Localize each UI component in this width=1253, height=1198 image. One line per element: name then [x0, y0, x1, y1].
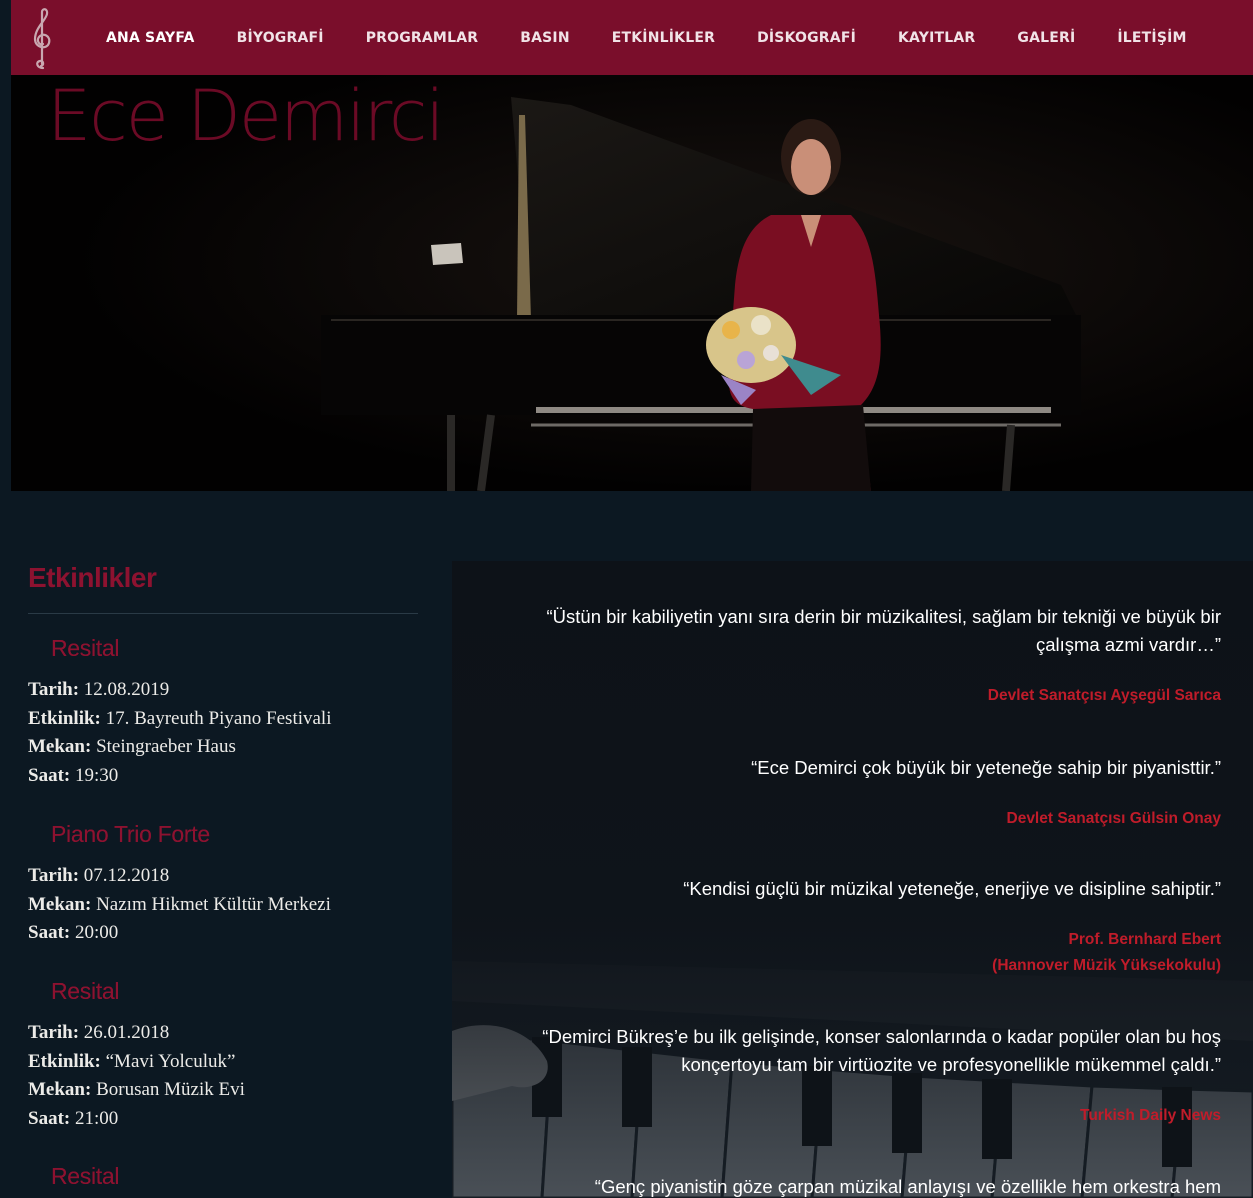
nav-item-programlar[interactable]: PROGRAMLAR: [366, 30, 479, 46]
event-item: Resital Tarih: 12.08.2019 Etkinlik: 17. …: [28, 634, 418, 791]
nav-item-galeri[interactable]: GALERİ: [1017, 30, 1075, 46]
quote-text: konçertoyu tam bir virtüozite ve profesy…: [681, 1054, 1221, 1075]
quote-text: “Demirci Bükreş’e bu ilk gelişinde, kons…: [542, 1026, 1221, 1047]
event-time: Saat: 20:00: [28, 922, 119, 944]
event-title[interactable]: Resital: [51, 634, 441, 662]
divider: [28, 613, 418, 614]
event-item: Resital: [28, 1162, 418, 1190]
events-sidebar: Etkinlikler Resital Tarih: 12.08.2019 Et…: [28, 562, 418, 1189]
quote-text: “Genç piyanistin göze çarpan müzikal anl…: [594, 1176, 1221, 1197]
event-item: Piano Trio Forte Tarih: 07.12.2018 Mekan…: [28, 820, 418, 948]
top-navbar: ANA SAYFA BİYOGRAFİ PROGRAMLAR BASIN ETK…: [11, 0, 1253, 75]
nav-item-kayitlar[interactable]: KAYITLAR: [898, 30, 975, 46]
event-venue: Mekan: Nazım Hikmet Kültür Merkezi: [28, 893, 331, 915]
event-time: Saat: 19:30: [28, 765, 119, 787]
press-quote: “Genç piyanistin göze çarpan müzikal anl…: [595, 1173, 1221, 1198]
press-quotes-panel: “Üstün bir kabiliyetin yanı sıra derin b…: [452, 561, 1253, 1198]
quote-author: Prof. Bernhard Ebert: [1068, 931, 1221, 948]
press-quote: “Ece Demirci çok büyük bir yeteneğe sahi…: [751, 754, 1221, 832]
nav-item-ana-sayfa[interactable]: ANA SAYFA: [106, 30, 195, 46]
hero-banner: Ece Demirci: [11, 75, 1253, 491]
quote-text: “Kendisi güçlü bir müzikal yeteneğe, ene…: [683, 878, 1221, 899]
event-name: Etkinlik: 17. Bayreuth Piyano Festivali: [28, 707, 332, 729]
hero-title: Ece Demirci: [47, 75, 445, 157]
nav-menu: ANA SAYFA BİYOGRAFİ PROGRAMLAR BASIN ETK…: [106, 0, 1229, 75]
quote-author: (Hannover Müzik Yüksekokulu): [992, 957, 1221, 974]
event-name: Etkinlik: “Mavi Yolculuk”: [28, 1050, 236, 1072]
event-venue: Mekan: Borusan Müzik Evi: [28, 1079, 245, 1101]
event-title[interactable]: Resital: [51, 1162, 441, 1190]
quote-author: Devlet Sanatçısı Ayşegül Sarıca: [987, 687, 1221, 704]
event-title[interactable]: Resital: [51, 977, 441, 1005]
nav-item-basin[interactable]: BASIN: [520, 30, 570, 46]
nav-item-iletisim[interactable]: İLETİŞİM: [1117, 30, 1186, 46]
quote-text: çalışma azmi vardır…”: [1035, 634, 1221, 655]
event-item: Resital Tarih: 26.01.2018 Etkinlik: “Mav…: [28, 977, 418, 1134]
nav-item-diskografi[interactable]: DİSKOGRAFİ: [757, 30, 856, 46]
event-time: Saat: 21:00: [28, 1108, 119, 1130]
quote-author: Devlet Sanatçısı Gülsin Onay: [1006, 810, 1222, 827]
nav-item-etkinlikler[interactable]: ETKİNLİKLER: [612, 30, 715, 46]
quote-author: Turkish Daily News: [1080, 1107, 1221, 1124]
treble-clef-logo[interactable]: [29, 6, 55, 70]
events-heading: Etkinlikler: [28, 562, 157, 593]
event-date: Tarih: 07.12.2018: [28, 865, 170, 886]
nav-item-biyografi[interactable]: BİYOGRAFİ: [237, 30, 324, 46]
event-title[interactable]: Piano Trio Forte: [51, 820, 441, 848]
press-quote: “Kendisi güçlü bir müzikal yeteneğe, ene…: [683, 875, 1221, 979]
event-venue: Mekan: Steingraeber Haus: [28, 736, 236, 758]
press-quote: “Üstün bir kabiliyetin yanı sıra derin b…: [547, 603, 1222, 709]
event-date: Tarih: 12.08.2019: [28, 679, 170, 700]
event-date: Tarih: 26.01.2018: [28, 1022, 170, 1043]
quote-text: “Üstün bir kabiliyetin yanı sıra derin b…: [546, 606, 1222, 627]
quote-text: “Ece Demirci çok büyük bir yeteneğe sahi…: [751, 757, 1221, 778]
press-quote: “Demirci Bükreş’e bu ilk gelişinde, kons…: [542, 1023, 1221, 1129]
